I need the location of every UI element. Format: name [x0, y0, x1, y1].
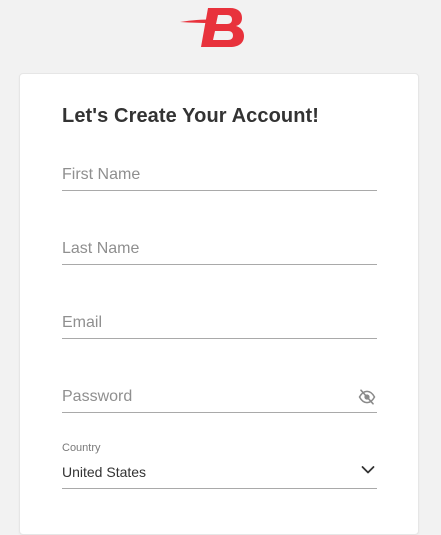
password-field: [62, 382, 377, 413]
password-input[interactable]: [62, 382, 352, 412]
email-field: [62, 308, 377, 339]
eye-slash-icon[interactable]: [358, 389, 376, 405]
page-title: Let's Create Your Account!: [62, 105, 320, 127]
chevron-down-icon: [361, 466, 375, 474]
country-select[interactable]: United States: [62, 457, 377, 489]
brand-logo-icon: [180, 8, 244, 47]
last-name-input[interactable]: [62, 234, 377, 264]
country-label: Country: [62, 442, 101, 454]
first-name-input[interactable]: [62, 160, 377, 190]
signup-card: Let's Create Your Account! Country Unite…: [19, 73, 419, 535]
country-selected-value: United States: [62, 464, 147, 480]
email-input[interactable]: [62, 308, 377, 338]
last-name-field: [62, 234, 377, 265]
first-name-field: [62, 160, 377, 191]
